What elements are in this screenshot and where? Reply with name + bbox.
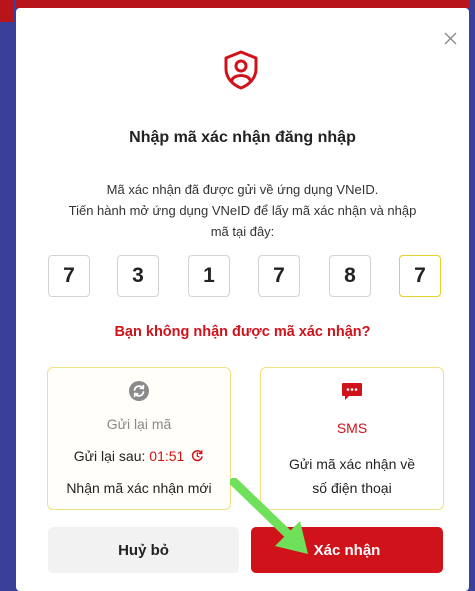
sms-description-line: Gửi mã xác nhận về xyxy=(288,456,416,472)
close-icon xyxy=(444,32,457,45)
otp-digit-5[interactable]: 8 xyxy=(329,255,371,297)
sms-option[interactable]: SMS Gửi mã xác nhận về số điện thoại xyxy=(260,367,444,510)
otp-digit-3[interactable]: 1 xyxy=(188,255,230,297)
resend-code-option[interactable]: Gửi lại mã Gửi lại sau: 01:51 Nhận mã xá… xyxy=(47,367,231,510)
sms-icon xyxy=(341,382,363,407)
description-line: Mã xác nhận đã được gửi về ứng dụng VNeI… xyxy=(106,182,379,197)
refresh-icon xyxy=(128,380,150,407)
background-left-edge xyxy=(0,0,16,591)
background-right-edge xyxy=(469,0,475,591)
otp-dialog: Nhập mã xác nhận đăng nhập Mã xác nhận đ… xyxy=(16,8,469,591)
shield-user-icon xyxy=(221,49,261,91)
resend-label: Gửi lại mã xyxy=(106,416,172,432)
otp-digit-4[interactable]: 7 xyxy=(258,255,300,297)
otp-digit-1[interactable]: 7 xyxy=(48,255,90,297)
confirm-button[interactable]: Xác nhận xyxy=(251,527,443,573)
dialog-description: Mã xác nhận đã được gửi về ứng dụng VNeI… xyxy=(56,179,429,242)
resend-description: Nhận mã xác nhận mới xyxy=(66,480,212,496)
otp-digit-2[interactable]: 3 xyxy=(117,255,159,297)
description-line: mã tại đây: xyxy=(210,224,275,239)
sms-description-line: số điện thoại xyxy=(312,480,392,496)
description-line: Tiến hành mở ứng dụng VNeID để lấy mã xá… xyxy=(68,203,417,218)
not-received-link[interactable]: Bạn không nhận được mã xác nhận? xyxy=(16,324,469,340)
dialog-title: Nhập mã xác nhận đăng nhập xyxy=(129,129,356,146)
sms-description: Gửi mã xác nhận về số điện thoại xyxy=(261,452,443,500)
resend-countdown: Gửi lại sau: 01:51 xyxy=(48,448,230,464)
background-top-bar xyxy=(0,0,475,8)
otp-digit-6[interactable]: 7 xyxy=(399,255,441,297)
cancel-button[interactable]: Huỷ bỏ xyxy=(48,527,239,573)
countdown-time: 01:51 xyxy=(149,448,185,464)
close-button[interactable] xyxy=(442,30,460,48)
timer-icon xyxy=(192,450,203,462)
background-left-accent xyxy=(0,0,14,22)
sms-label: SMS xyxy=(336,420,368,436)
resend-countdown-prefix: Gửi lại sau: xyxy=(73,448,150,464)
